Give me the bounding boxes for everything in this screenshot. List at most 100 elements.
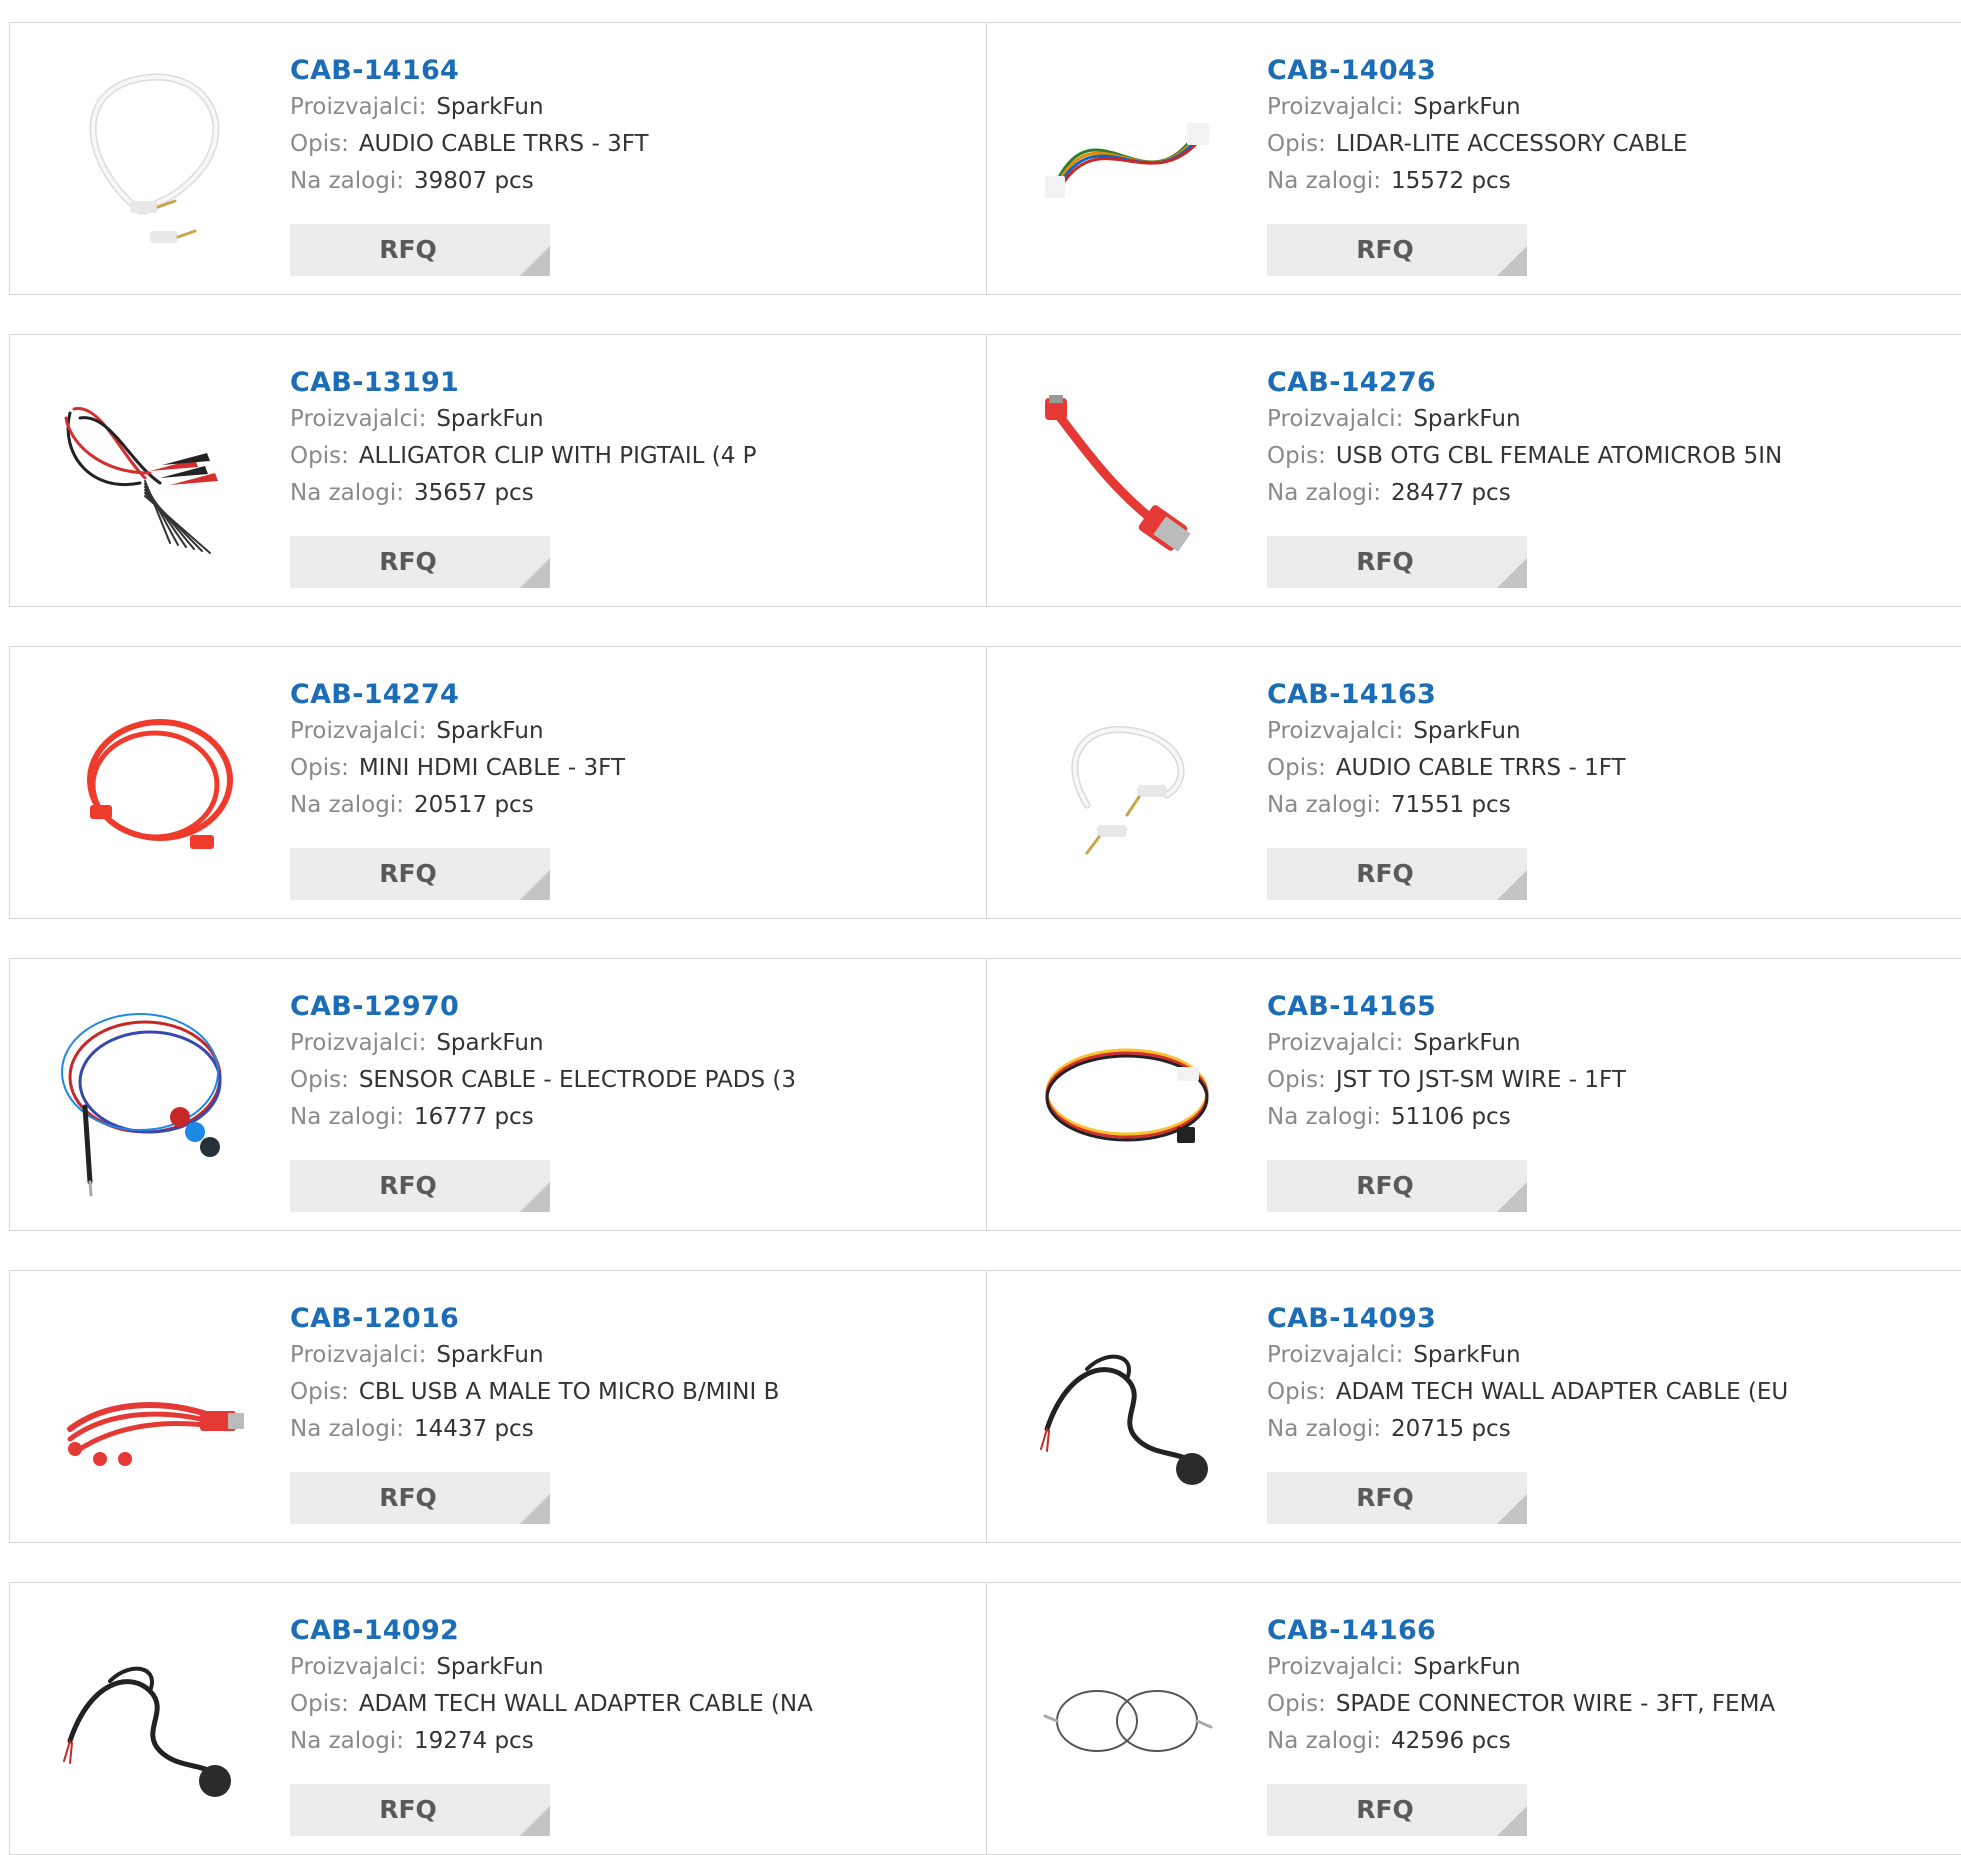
part-number-link[interactable]: CAB-14043 [1267,53,1687,89]
corner-triangle-icon [520,1494,550,1524]
manufacturer-line: Proizvajalci: SparkFun [1267,713,1626,750]
stock-line: Na zalogi: 20517 pcs [290,787,625,824]
stock-line: Na zalogi: 51106 pcs [1267,1099,1626,1136]
product-image[interactable] [1027,997,1227,1197]
stock-label: Na zalogi: [1267,168,1381,194]
stock-line: Na zalogi: 14437 pcs [290,1411,779,1448]
stock-value: 42596 pcs [1390,1728,1511,1754]
product-image[interactable] [50,997,250,1197]
stock-value: 20517 pcs [413,792,534,818]
manufacturer-label: Proizvajalci: [290,406,427,432]
product-row: CAB-14274 Proizvajalci: SparkFun Opis: MIN… [9,646,1961,919]
red-usb-otg-cable-icon [1045,395,1191,552]
description-line: Opis: AUDIO CABLE TRRS - 1FT [1267,750,1626,787]
stock-label: Na zalogi: [290,480,404,506]
red-mini-hdmi-cable-icon [87,719,233,849]
stock-line: Na zalogi: 16777 pcs [290,1099,796,1136]
part-number-link[interactable]: CAB-14165 [1267,989,1626,1025]
rfq-button[interactable]: RFQ [1267,224,1527,276]
rfq-button[interactable]: RFQ [290,224,550,276]
rfq-button[interactable]: RFQ [290,848,550,900]
corner-triangle-icon [520,1182,550,1212]
stock-label: Na zalogi: [1267,792,1381,818]
product-row: CAB-12016 Proizvajalci: SparkFun Opis: CBL… [9,1270,1961,1543]
product-card: CAB-14092 Proizvajalci: SparkFun Opis: ADA… [10,1583,987,1854]
manufacturer-value: SparkFun [1413,1030,1521,1056]
product-image[interactable] [50,373,250,573]
manufacturer-value: SparkFun [1413,1654,1521,1680]
manufacturer-value: SparkFun [1413,718,1521,744]
stock-line: Na zalogi: 42596 pcs [1267,1723,1775,1760]
part-number-link[interactable]: CAB-13191 [290,365,757,401]
product-image[interactable] [1027,1621,1227,1821]
manufacturer-value: SparkFun [436,1342,544,1368]
product-info: CAB-14276 Proizvajalci: SparkFun Opis: USB… [1267,365,1782,512]
manufacturer-label: Proizvajalci: [1267,1654,1404,1680]
rfq-label: RFQ [1356,1171,1414,1200]
product-image[interactable] [1027,1309,1227,1509]
product-card: CAB-14276 Proizvajalci: SparkFun Opis: USB… [987,335,1961,606]
rfq-button[interactable]: RFQ [290,1784,550,1836]
rfq-button[interactable]: RFQ [290,1472,550,1524]
part-number-link[interactable]: CAB-14092 [290,1613,813,1649]
stock-value: 14437 pcs [413,1416,534,1442]
manufacturer-label: Proizvajalci: [1267,94,1404,120]
part-number-link[interactable]: CAB-14093 [1267,1301,1788,1337]
product-image[interactable] [50,61,250,261]
sensor-electrode-cable-icon [61,1013,222,1197]
product-image[interactable] [50,1621,250,1821]
part-number-link[interactable]: CAB-14276 [1267,365,1782,401]
stock-line: Na zalogi: 71551 pcs [1267,787,1626,824]
corner-triangle-icon [520,870,550,900]
corner-triangle-icon [1497,870,1527,900]
rfq-label: RFQ [1356,1483,1414,1512]
product-card: CAB-14165 Proizvajalci: SparkFun Opis: JST… [987,959,1961,1230]
description-value: AUDIO CABLE TRRS - 1FT [1335,755,1626,781]
description-line: Opis: AUDIO CABLE TRRS - 3FT [290,126,649,163]
corner-triangle-icon [520,558,550,588]
rfq-button[interactable]: RFQ [1267,1784,1527,1836]
rfq-label: RFQ [379,1795,437,1824]
product-card: CAB-14093 Proizvajalci: SparkFun Opis: ADA… [987,1271,1961,1542]
rfq-button[interactable]: RFQ [1267,1472,1527,1524]
stock-line: Na zalogi: 15572 pcs [1267,163,1687,200]
part-number-link[interactable]: CAB-14163 [1267,677,1626,713]
stock-label: Na zalogi: [1267,1416,1381,1442]
description-label: Opis: [290,443,349,469]
product-card: CAB-13191 Proizvajalci: SparkFun Opis: ALL… [10,335,987,606]
multicolor-ribbon-cable-icon [1045,123,1209,198]
part-number-link[interactable]: CAB-12016 [290,1301,779,1337]
rfq-button[interactable]: RFQ [1267,536,1527,588]
manufacturer-line: Proizvajalci: SparkFun [290,713,625,750]
corner-triangle-icon [520,1806,550,1836]
rfq-button[interactable]: RFQ [290,1160,550,1212]
stock-label: Na zalogi: [1267,480,1381,506]
rfq-button[interactable]: RFQ [1267,848,1527,900]
description-line: Opis: CBL USB A MALE TO MICRO B/MINI B [290,1374,779,1411]
product-info: CAB-14165 Proizvajalci: SparkFun Opis: JST… [1267,989,1626,1136]
product-info: CAB-14166 Proizvajalci: SparkFun Opis: SPA… [1267,1613,1775,1760]
product-image[interactable] [1027,61,1227,261]
product-info: CAB-14274 Proizvajalci: SparkFun Opis: MIN… [290,677,625,824]
rfq-label: RFQ [379,1171,437,1200]
stock-line: Na zalogi: 35657 pcs [290,475,757,512]
rfq-button[interactable]: RFQ [1267,1160,1527,1212]
part-number-link[interactable]: CAB-14166 [1267,1613,1775,1649]
description-label: Opis: [290,1067,349,1093]
product-image[interactable] [1027,685,1227,885]
description-label: Opis: [290,1691,349,1717]
description-label: Opis: [1267,443,1326,469]
product-image[interactable] [50,1309,250,1509]
product-row: CAB-14164 Proizvajalci: SparkFun Opis: AUD… [9,22,1961,295]
description-line: Opis: SPADE CONNECTOR WIRE - 3FT, FEMA [1267,1686,1775,1723]
rfq-label: RFQ [1356,859,1414,888]
description-label: Opis: [1267,1067,1326,1093]
rfq-label: RFQ [1356,235,1414,264]
product-image[interactable] [1027,373,1227,573]
product-image[interactable] [50,685,250,885]
product-info: CAB-13191 Proizvajalci: SparkFun Opis: ALL… [290,365,757,512]
rfq-button[interactable]: RFQ [290,536,550,588]
part-number-link[interactable]: CAB-14274 [290,677,625,713]
part-number-link[interactable]: CAB-12970 [290,989,796,1025]
part-number-link[interactable]: CAB-14164 [290,53,649,89]
